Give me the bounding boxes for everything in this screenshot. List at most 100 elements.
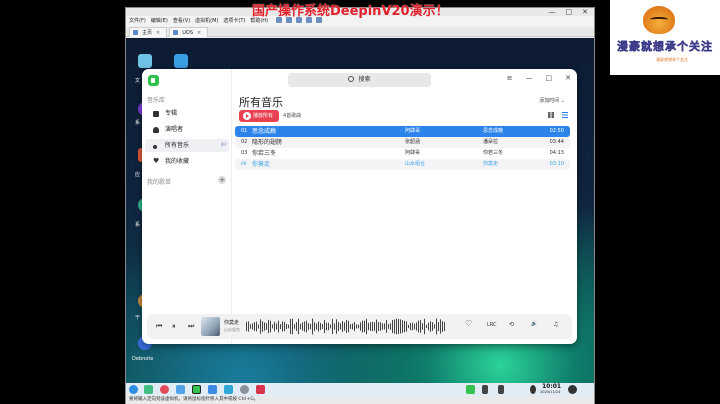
sidebar-item-label: 所有音乐	[165, 142, 190, 149]
files-icon[interactable]	[176, 385, 185, 394]
favorite-button[interactable]: ♡	[465, 319, 472, 328]
tab-uos-label: UOS	[182, 30, 193, 36]
pause-button[interactable]: ⏸	[172, 321, 176, 331]
trash-icon[interactable]	[256, 385, 265, 394]
menu-edit[interactable]: 编辑(E)	[151, 16, 168, 26]
song-album: 你若三冬	[483, 150, 504, 156]
mascot-icon	[643, 6, 675, 34]
song-title: 你若三冬	[252, 150, 277, 157]
tray-music-icon[interactable]	[466, 385, 475, 394]
progress-waveform[interactable]	[246, 317, 446, 336]
heart-icon: ♥	[153, 157, 160, 165]
video-title-overlay: 国产操作系统DeepinV20演示！	[252, 4, 449, 19]
dock: 10:01 2020/11/24	[126, 383, 594, 396]
vm-tabbar: 主页 × UOS ×	[126, 27, 594, 37]
vm-window-controls: — □ ✕	[549, 8, 589, 16]
music-app-window: 音乐库 专辑 演唱者 所有音乐 ılıl ♥ 我的收藏 我的歌单 + 搜索 ≡ …	[142, 69, 577, 344]
power-icon[interactable]	[568, 385, 577, 394]
music-note-icon	[153, 145, 157, 149]
library-section-title: 音乐库	[147, 97, 166, 104]
now-playing-title: 你莫走	[224, 320, 240, 326]
lyrics-button[interactable]: LRC	[487, 322, 497, 328]
app-window-controls: ≡ — □ ✕	[507, 74, 571, 82]
tab-uos[interactable]: UOS ×	[169, 27, 209, 37]
table-row[interactable]: 02 隐形的翅膀 张韶涵 潘朵拉 03:44	[235, 137, 570, 148]
list-view-icon[interactable]	[562, 112, 568, 118]
playing-indicator-icon: ılıl	[241, 161, 247, 167]
sort-dropdown[interactable]: 添加时间 ⌄	[539, 97, 565, 104]
minimize-button[interactable]: —	[526, 74, 533, 82]
add-playlist-button[interactable]: +	[218, 176, 226, 184]
volume-icon[interactable]	[498, 385, 504, 394]
menu-view[interactable]: 查看(V)	[173, 16, 190, 26]
launcher-icon[interactable]	[129, 385, 138, 394]
song-number: 01	[241, 128, 248, 134]
play-all-button[interactable]: 播放所有	[239, 110, 279, 122]
song-number: 02	[241, 139, 248, 145]
vm-maximize-button[interactable]: □	[566, 8, 573, 16]
sidebar-item-artists[interactable]: 演唱者	[145, 123, 229, 136]
control-center-icon[interactable]	[240, 385, 249, 394]
close-icon[interactable]: ×	[197, 30, 201, 36]
album-cover[interactable]	[201, 317, 220, 336]
menu-vm[interactable]: 虚拟机(M)	[195, 16, 218, 26]
player-bar: ⏮ ⏸ ⏭ 你莫走 山水组合 ♡ LRC ⟲ 🔊 ♫	[147, 314, 572, 339]
vm-status-bar: 要将输入定向到该虚拟机，请将鼠标指针移入其中或按 Ctrl+G。	[126, 396, 594, 404]
volume-button[interactable]: 🔊	[531, 321, 537, 327]
vm-close-button[interactable]: ✕	[582, 8, 588, 16]
song-duration: 03:44	[549, 139, 564, 145]
desktop-label: 系	[135, 222, 141, 228]
music-app-logo-icon	[148, 75, 159, 86]
browser-icon[interactable]	[160, 385, 169, 394]
vm-minimize-button[interactable]: —	[549, 8, 556, 16]
network-icon[interactable]	[482, 385, 488, 394]
notification-icon[interactable]	[530, 385, 536, 394]
repeat-button[interactable]: ⟲	[509, 321, 514, 328]
maximize-button[interactable]: □	[546, 74, 553, 82]
menu-tabs[interactable]: 选项卡(T)	[223, 16, 245, 26]
song-duration: 02:50	[549, 128, 564, 134]
table-row[interactable]: 01 思念成瘾 阿肆哥 思念成瘾 02:50	[235, 126, 570, 137]
image-icon[interactable]	[224, 385, 233, 394]
song-number: 03	[241, 150, 248, 156]
screen: — □ ✕ 文件(F) 编辑(E) 查看(V) 虚拟机(M) 选项卡(T) 帮助…	[0, 0, 720, 404]
playlist-button[interactable]: ♫	[553, 321, 558, 328]
clock-date: 2020/11/24	[540, 390, 561, 394]
sidebar-item-favorites[interactable]: ♥ 我的收藏	[145, 155, 229, 168]
brand-text: 漫豪就想承个关注	[617, 40, 713, 54]
now-playing-artist: 山水组合	[224, 327, 240, 332]
folder-icon[interactable]	[174, 54, 188, 68]
desktop-label: 系	[135, 120, 141, 126]
sidebar-item-albums[interactable]: 专辑	[145, 107, 229, 120]
table-row[interactable]: 03 你若三冬 阿肆哥 你若三冬 04:13	[235, 148, 570, 159]
menu-file[interactable]: 文件(F)	[129, 16, 146, 26]
playing-indicator-icon: ılıl	[220, 142, 226, 148]
sidebar: 音乐库 专辑 演唱者 所有音乐 ılıl ♥ 我的收藏 我的歌单 +	[142, 69, 232, 344]
menu-button[interactable]: ≡	[507, 74, 513, 82]
sidebar-item-label: 专辑	[165, 110, 178, 117]
music-icon[interactable]	[192, 385, 201, 394]
song-title: 隐形的翅膀	[252, 139, 283, 146]
brand-subtitle: 漫豪就想承个关注	[656, 57, 688, 62]
desktop-label: Debnote	[132, 356, 154, 362]
channel-logo: 漫豪就想承个关注 漫豪就想承个关注	[610, 0, 720, 75]
sidebar-item-all-music[interactable]: 所有音乐 ılıl	[145, 139, 229, 152]
computer-icon[interactable]	[138, 54, 152, 68]
song-count: 4首歌曲	[283, 113, 302, 119]
multitask-icon[interactable]	[144, 385, 153, 394]
previous-button[interactable]: ⏮	[156, 321, 162, 331]
store-icon[interactable]	[208, 385, 217, 394]
song-album: 你莫走	[483, 161, 499, 167]
tab-home-label: 主页	[142, 30, 153, 36]
search-input[interactable]: 搜索	[288, 73, 431, 87]
album-icon	[153, 111, 159, 117]
grid-view-icon[interactable]	[548, 112, 554, 118]
song-album: 潘朵拉	[483, 139, 499, 145]
song-artist: 张韶涵	[405, 139, 421, 145]
close-button[interactable]: ✕	[565, 74, 571, 82]
song-duration: 04:13	[549, 150, 564, 156]
close-icon[interactable]: ×	[156, 30, 160, 36]
next-button[interactable]: ⏭	[188, 321, 194, 331]
tab-home[interactable]: 主页 ×	[129, 27, 168, 37]
table-row[interactable]: ılıl 你莫走 山水组合 你莫走 03:10	[235, 159, 570, 170]
